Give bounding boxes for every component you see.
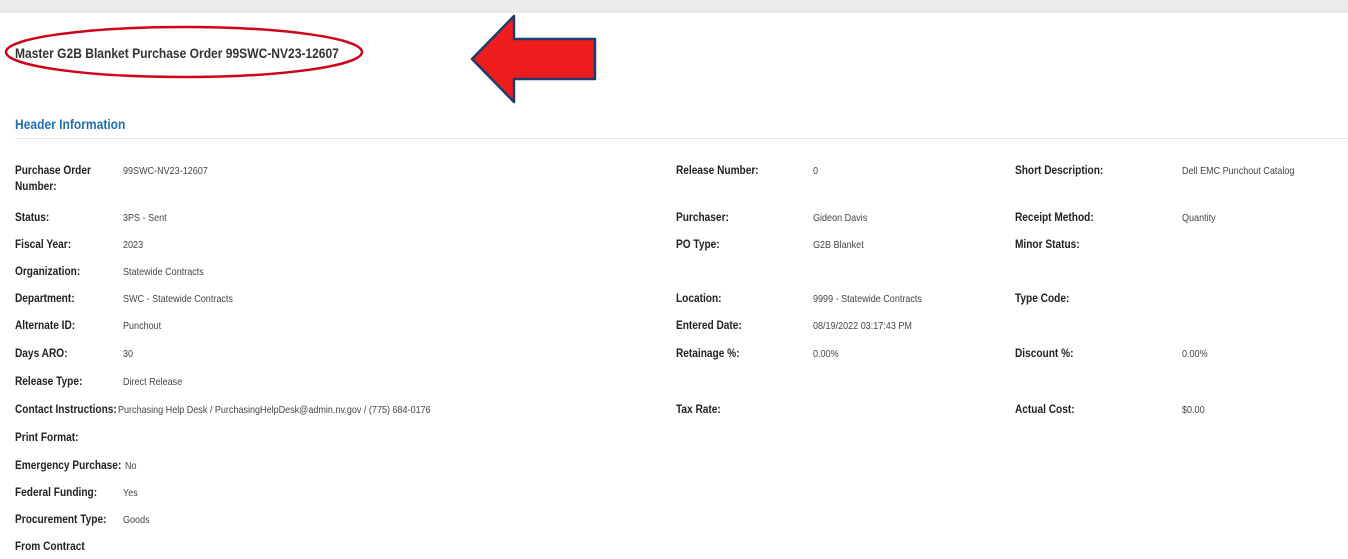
label-receipt-method: Receipt Method:: [1015, 212, 1094, 224]
label-release-number: Release Number:: [676, 165, 759, 177]
value-discount: 0.00%: [1182, 348, 1208, 360]
label-days-aro: Days ARO:: [15, 348, 68, 360]
value-release-type: Direct Release: [123, 376, 183, 388]
top-bar: [0, 0, 1348, 13]
label-release-type: Release Type:: [15, 376, 83, 388]
label-purchaser: Purchaser:: [676, 212, 729, 224]
value-receipt-method: Quantity: [1182, 212, 1216, 224]
label-purchase-order-number: Purchase Order Number:: [15, 165, 91, 193]
section-title-header-information: Header Information: [15, 116, 126, 132]
label-entered-date: Entered Date:: [676, 320, 742, 332]
section-divider: [15, 138, 1348, 139]
label-procurement-type: Procurement Type:: [15, 514, 107, 526]
label-print-format: Print Format:: [15, 432, 79, 444]
value-location: 9999 - Statewide Contracts: [813, 293, 922, 305]
value-release-number: 0: [813, 165, 819, 177]
label-federal-funding: Federal Funding:: [15, 487, 98, 499]
label-from-contract: From Contract: [15, 541, 85, 553]
value-po-type: G2B Blanket: [813, 239, 864, 251]
label-type-code: Type Code:: [1015, 293, 1070, 305]
red-arrow-annotation: [470, 14, 597, 104]
label-discount: Discount %:: [1015, 348, 1074, 360]
label-po-type: PO Type:: [676, 239, 720, 251]
value-short-description: Dell EMC Punchout Catalog: [1182, 165, 1295, 177]
value-alternate-id: Punchout: [123, 320, 162, 332]
value-actual-cost: $0.00: [1182, 404, 1205, 416]
label-minor-status: Minor Status:: [1015, 239, 1080, 251]
label-actual-cost: Actual Cost:: [1015, 404, 1075, 416]
highlight-ellipse-annotation: [4, 25, 364, 79]
label-contact-instructions: Contact Instructions:: [15, 404, 117, 416]
label-emergency-purchase: Emergency Purchase:: [15, 460, 122, 472]
value-emergency-purchase: No: [125, 460, 137, 472]
value-federal-funding: Yes: [123, 487, 138, 499]
value-status: 3PS - Sent: [123, 212, 167, 224]
value-retainage: 0.00%: [813, 348, 839, 360]
label-status: Status:: [15, 212, 50, 224]
value-entered-date: 08/19/2022 03:17:43 PM: [813, 320, 912, 332]
label-tax-rate: Tax Rate:: [676, 404, 721, 416]
value-procurement-type: Goods: [123, 514, 150, 526]
value-fiscal-year: 2023: [123, 239, 144, 251]
label-retainage: Retainage %:: [676, 348, 740, 360]
label-department: Department:: [15, 293, 75, 305]
label-location: Location:: [676, 293, 722, 305]
label-alternate-id: Alternate ID:: [15, 320, 76, 332]
value-purchase-order-number: 99SWC-NV23-12607: [123, 165, 208, 177]
label-organization: Organization:: [15, 266, 81, 278]
label-short-description: Short Description:: [1015, 165, 1104, 177]
value-purchaser: Gideon Davis: [813, 212, 868, 224]
label-fiscal-year: Fiscal Year:: [15, 239, 72, 251]
value-organization: Statewide Contracts: [123, 266, 204, 278]
value-days-aro: 30: [123, 348, 134, 360]
value-contact-instructions: Purchasing Help Desk / PurchasingHelpDes…: [118, 404, 431, 416]
value-department: SWC - Statewide Contracts: [123, 293, 233, 305]
